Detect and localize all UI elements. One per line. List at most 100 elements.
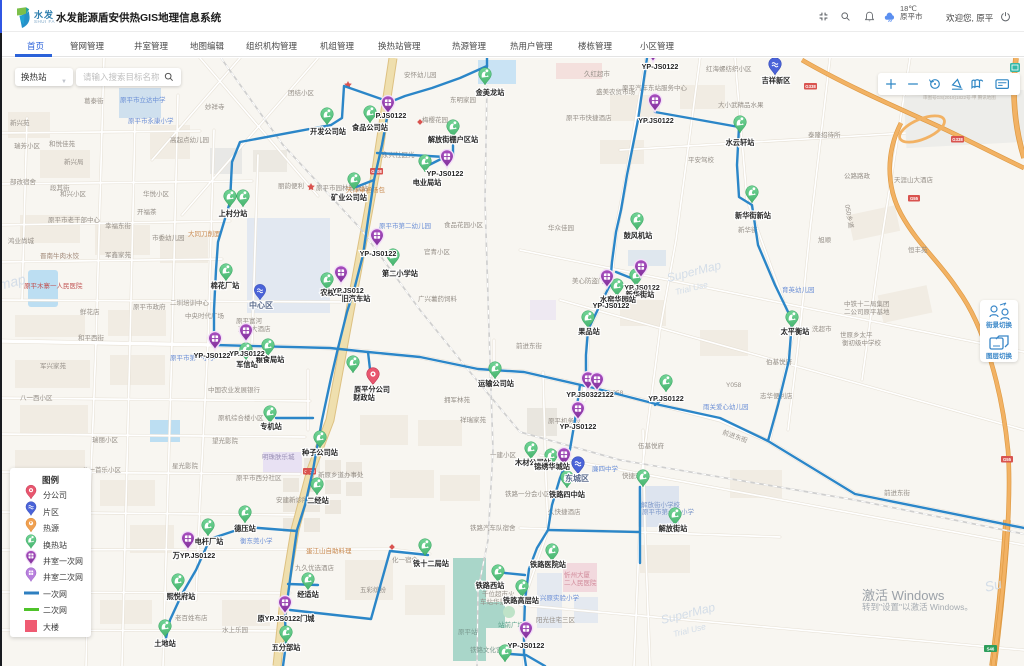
svg-text:解放街站: 解放街站 (658, 524, 689, 533)
svg-text:新华街新站: 新华街新站 (735, 211, 772, 220)
svg-text:G338: G338 (952, 137, 963, 142)
svg-text:万YP.JS0122: 万YP.JS0122 (172, 551, 216, 560)
svg-text:鸿业尚城: 鸿业尚城 (8, 236, 35, 245)
svg-text:原机综合楼小区: 原机综合楼小区 (218, 413, 264, 422)
svg-text:衡初级中学校: 衡初级中学校 (842, 338, 882, 347)
svg-text:食品公司站: 食品公司站 (351, 123, 389, 132)
svg-text:祥瑞家苑: 祥瑞家苑 (460, 415, 487, 424)
svg-text:财政站: 财政站 (352, 393, 375, 402)
svg-text:葛泰街: 葛泰街 (84, 96, 104, 105)
svg-text:二经站: 二经站 (307, 496, 329, 505)
svg-text:原平站: 原平站 (458, 627, 478, 636)
svg-text:丽韵便利: 丽韵便利 (278, 181, 304, 190)
svg-text:老百姓布店: 老百姓布店 (175, 613, 208, 622)
svg-text:军兴家苑: 军兴家苑 (40, 361, 67, 370)
svg-text:原平市第十二小学: 原平市第十二小学 (642, 507, 695, 516)
svg-text:大同刀削面: 大同刀削面 (188, 229, 221, 238)
svg-text:雨关爱心幼儿园: 雨关爱心幼儿园 (703, 402, 749, 411)
svg-text:望光影院: 望光影院 (212, 436, 239, 445)
svg-text:原YP.JS0122门城: 原YP.JS0122门城 (257, 614, 315, 623)
svg-text:洗超市: 洗超市 (812, 324, 832, 333)
svg-text:五分部站: 五分部站 (272, 643, 302, 652)
svg-text:图层切换: 图层切换 (986, 351, 1013, 360)
svg-text:五彩缤纷: 五彩缤纷 (360, 585, 387, 594)
svg-text:吉祥新区: 吉祥新区 (762, 76, 791, 85)
svg-text:原平市立达中学: 原平市立达中学 (120, 95, 166, 104)
svg-text:经适站: 经适站 (297, 590, 319, 599)
svg-text:幸福东街: 幸福东街 (105, 221, 132, 230)
svg-text:YP-JS0122: YP-JS0122 (642, 62, 679, 71)
svg-text:忻州大厦: 忻州大厦 (564, 570, 591, 579)
svg-text:YP.JS0122: YP.JS0122 (648, 394, 683, 403)
svg-text:恒丰苑: 恒丰苑 (908, 245, 928, 254)
svg-text:军鑫家苑: 军鑫家苑 (105, 250, 132, 259)
svg-text:衡东莞小学: 衡东莞小学 (240, 536, 273, 545)
svg-text:阳光住宅三区: 阳光住宅三区 (536, 615, 576, 624)
svg-text:G55: G55 (1003, 457, 1012, 462)
svg-text:华众佳园: 华众佳园 (548, 223, 574, 232)
svg-text:美心防盗门: 美心防盗门 (572, 276, 605, 285)
svg-text:原平市老干部中心: 原平市老干部中心 (48, 215, 101, 224)
svg-text:明珠肤乐城: 明珠肤乐城 (262, 452, 295, 461)
svg-text:新原乡道办事处: 新原乡道办事处 (318, 470, 364, 479)
svg-text:二圳培训中心: 二圳培训中心 (170, 298, 210, 307)
svg-text:瑞丽小区: 瑞丽小区 (92, 435, 119, 444)
svg-text:平安驾校: 平安驾校 (688, 155, 715, 164)
svg-text:久快捷酒店: 久快捷酒店 (548, 507, 581, 516)
svg-text:公路路政: 公路路政 (844, 171, 871, 180)
svg-text:种子公司站: 种子公司站 (301, 448, 339, 457)
svg-text:前进东街: 前进东街 (516, 341, 543, 350)
svg-text:运输公司站: 运输公司站 (478, 379, 515, 388)
svg-text:鲜花店: 鲜花店 (80, 307, 100, 316)
svg-text:德压站: 德压站 (233, 524, 256, 533)
svg-text:专机站: 专机站 (260, 422, 282, 431)
svg-text:部改宿舍: 部改宿舍 (10, 177, 37, 186)
svg-text:和兴小区: 和兴小区 (60, 189, 87, 198)
svg-text:YP-JS0122: YP-JS0122 (194, 351, 231, 360)
svg-text:YP.JS0122: YP.JS0122 (638, 116, 673, 125)
svg-text:志华便利店: 志华便利店 (760, 391, 793, 400)
svg-text:广兴薯药饲料: 广兴薯药饲料 (418, 294, 458, 303)
svg-text:晋南牛肉水饺: 晋南牛肉水饺 (40, 251, 80, 260)
svg-text:兴原实验小学: 兴原实验小学 (540, 593, 580, 602)
svg-text:YP.JS0122: YP.JS0122 (229, 349, 264, 358)
svg-text:棉花厂站: 棉花厂站 (211, 281, 241, 290)
svg-text:熙悦府站: 熙悦府站 (167, 592, 197, 601)
svg-text:蛋江山自助料理: 蛋江山自助料理 (306, 546, 352, 555)
svg-text:泰隆招待所: 泰隆招待所 (808, 130, 841, 139)
svg-text:矿业公司站: 矿业公司站 (331, 193, 368, 202)
svg-text:YP-JS0122: YP-JS0122 (427, 169, 464, 178)
svg-text:开福茶: 开福茶 (137, 207, 157, 216)
svg-text:上村分站: 上村分站 (219, 209, 249, 218)
svg-text:鼓风机站: 鼓风机站 (624, 231, 654, 240)
svg-text:YP-JS0122: YP-JS0122 (560, 422, 597, 431)
svg-text:东明家园: 东明家园 (450, 95, 476, 104)
svg-text:二公司原平基地: 二公司原平基地 (844, 307, 890, 316)
svg-text:原平市第二幼儿园: 原平市第二幼儿园 (379, 221, 431, 230)
svg-text:市委幼儿园: 市委幼儿园 (152, 233, 185, 242)
svg-text:原平木寨一人民医院: 原平木寨一人民医院 (24, 281, 83, 290)
svg-text:中铁十二局集团: 中铁十二局集团 (844, 299, 890, 308)
svg-text:旧汽车站: 旧汽车站 (342, 294, 372, 303)
svg-text:官青小区: 官青小区 (424, 247, 451, 256)
svg-text:YP-JS0122: YP-JS0122 (593, 301, 630, 310)
svg-text:梅樱花园: 梅樱花园 (422, 115, 448, 124)
svg-text:新兴局: 新兴局 (64, 157, 84, 166)
svg-text:街景切换: 街景切换 (985, 320, 1013, 329)
svg-text:安怀幼儿园: 安怀幼儿园 (404, 70, 437, 79)
svg-text:P.JS0122: P.JS0122 (376, 111, 407, 120)
svg-text:开发公司站: 开发公司站 (310, 127, 347, 136)
svg-text:Y058: Y058 (726, 382, 742, 389)
svg-text:伍基悦府: 伍基悦府 (638, 441, 665, 450)
svg-text:铁路医院站: 铁路医院站 (530, 560, 567, 569)
svg-text:铁十二局站: 铁十二局站 (413, 559, 450, 568)
svg-text:原平市西分社区: 原平市西分社区 (236, 473, 282, 482)
svg-text:第二小学站: 第二小学站 (382, 269, 419, 278)
svg-text:原平汽车东站服务中心: 原平汽车东站服务中心 (622, 83, 688, 92)
svg-text:廉四中学: 廉四中学 (592, 464, 619, 473)
svg-text:铁路高层站: 铁路高层站 (503, 596, 540, 605)
svg-text:电业局站: 电业局站 (413, 178, 443, 187)
svg-text:东城区: 东城区 (565, 473, 589, 483)
svg-text:G55: G55 (910, 196, 919, 201)
svg-text:解放街棚户区站: 解放街棚户区站 (427, 135, 479, 144)
